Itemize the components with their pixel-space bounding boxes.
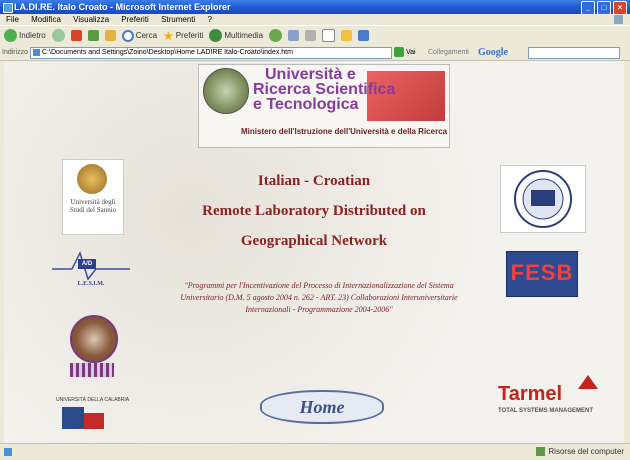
forward-button[interactable] [51, 29, 65, 42]
folder-button[interactable] [341, 30, 353, 41]
messenger-icon [358, 30, 370, 41]
zagreb-university-logo[interactable] [500, 165, 586, 233]
multimedia-button[interactable]: Multimedia [209, 29, 263, 42]
page-content: Università e Ricerca Scientifica e Tecno… [4, 61, 624, 443]
menu-modifica[interactable]: Modifica [31, 15, 61, 24]
menu-help[interactable]: ? [208, 15, 212, 24]
refresh-button[interactable] [87, 30, 99, 41]
minimize-button[interactable]: _ [581, 1, 595, 15]
address-bar: Indirizzo C:\Documents and Settings\Zoin… [0, 45, 630, 61]
address-input[interactable]: C:\Documents and Settings\Zoino\Desktop\… [30, 47, 392, 59]
red-block-graphic [84, 413, 104, 429]
messenger-button[interactable] [358, 30, 370, 41]
fesb-label: FESB [510, 260, 574, 285]
zagreb-seal-icon [514, 170, 572, 228]
title-bar: LA.DI.RE. Italo Croato - Microsoft Inter… [0, 0, 630, 15]
page-icon [33, 49, 40, 56]
windows-logo-icon [614, 15, 623, 24]
seal-base-graphic [70, 363, 114, 377]
edit-button[interactable] [322, 29, 336, 42]
banner-line3: e Tecnologica [253, 96, 359, 113]
tarmel-name: Tarmel [498, 383, 563, 405]
home-label: Home [299, 396, 345, 417]
lesim-mark: A/D [81, 261, 93, 267]
history-icon [269, 29, 283, 42]
lesim-logo[interactable]: A/D L.E.S.I.M. [52, 249, 130, 293]
sannio-label: Università degli Studi del Sannio [69, 198, 117, 214]
ministry-banner[interactable]: Università e Ricerca Scientifica e Tecno… [198, 64, 450, 148]
sannio-logo[interactable]: Università degli Studi del Sannio [62, 159, 124, 235]
computer-zone-icon [536, 447, 546, 457]
print-icon [305, 30, 317, 41]
tarmel-mark-icon [578, 375, 598, 389]
tarmel-tagline: TOTAL SYSTEMS MANAGEMENT [498, 408, 594, 414]
university-seal-icon [70, 315, 118, 363]
italy-seal-icon [203, 68, 249, 114]
address-label: Indirizzo [2, 49, 29, 56]
multimedia-icon [209, 29, 223, 42]
favorites-button[interactable]: ★ Preferiti [163, 29, 203, 43]
back-button[interactable]: Indietro [4, 29, 46, 42]
go-button[interactable]: Vai [406, 45, 416, 60]
fesb-logo[interactable]: FESB [506, 251, 578, 297]
headline-line2: Remote Laboratory Distributed on [202, 203, 426, 219]
go-arrow-icon[interactable] [394, 47, 404, 57]
headline-line1: Italian - Croatian [257, 173, 371, 189]
headline-line3: Geographical Network [240, 233, 388, 249]
university-seal-logo[interactable] [64, 311, 120, 383]
menu-file[interactable]: File [6, 15, 19, 24]
home-link-button[interactable]: Home [260, 390, 384, 424]
menu-preferiti[interactable]: Preferiti [121, 15, 149, 24]
favorites-label: Preferiti [175, 31, 204, 40]
status-page-icon [4, 448, 12, 456]
address-url: C:\Documents and Settings\Zoino\Desktop\… [42, 49, 293, 56]
maximize-button[interactable]: □ [597, 1, 611, 15]
forward-arrow-icon [51, 29, 65, 42]
blue-block-graphic [62, 407, 84, 429]
stop-button[interactable] [70, 30, 82, 41]
search-icon [121, 29, 134, 42]
status-bar: Risorse del computer [0, 443, 630, 460]
stop-icon [70, 30, 82, 41]
vertical-scrollbar[interactable] [624, 61, 630, 443]
ie-icon [3, 3, 13, 13]
history-button[interactable] [269, 29, 283, 42]
edit-icon [322, 29, 336, 42]
lesim-label: L.E.S.I.M. [77, 281, 105, 287]
google-toolbar-logo: Google [478, 47, 508, 58]
menu-strumenti[interactable]: Strumenti [161, 15, 195, 24]
print-button[interactable] [305, 30, 317, 41]
bottom-left-logo[interactable]: UNIVERSITÀ DELLA CALABRIA [56, 397, 130, 437]
back-arrow-icon [4, 29, 17, 42]
toolbar: Indietro Cerca ★ Preferiti Multimedia [0, 25, 630, 46]
refresh-icon [87, 30, 99, 41]
back-label: Indietro [19, 31, 46, 40]
home-toolbar-button[interactable] [104, 30, 116, 41]
status-zone: Risorse del computer [536, 444, 624, 460]
search-label: Cerca [135, 31, 158, 40]
tarmel-logo[interactable]: Tarmel TOTAL SYSTEMS MANAGEMENT [496, 375, 606, 425]
status-zone-label: Risorse del computer [548, 447, 624, 456]
multimedia-label: Multimedia [224, 31, 264, 40]
star-icon: ★ [163, 28, 174, 43]
menu-visualizza[interactable]: Visualizza [73, 15, 109, 24]
close-button[interactable]: × [613, 1, 627, 15]
banner-subtitle: Ministero dell'Istruzione dell'Universit… [241, 127, 448, 136]
window-controls: _ □ × [581, 1, 627, 15]
bottom-left-label: UNIVERSITÀ DELLA CALABRIA [56, 397, 130, 403]
mail-icon [288, 30, 300, 41]
folder-icon [341, 30, 353, 41]
links-button[interactable]: Collegamenti [428, 45, 469, 60]
search-button[interactable]: Cerca [121, 29, 158, 42]
home-icon [104, 30, 116, 41]
sannio-crest-icon [77, 164, 107, 194]
menu-bar: File Modifica Visualizza Preferiti Strum… [0, 14, 630, 25]
google-search-input[interactable] [528, 47, 620, 59]
mail-button[interactable] [288, 30, 300, 41]
window-title: LA.DI.RE. Italo Croato - Microsoft Inter… [14, 2, 231, 12]
program-description: "Programmi per l'Incentivazione del Proc… [180, 281, 458, 314]
